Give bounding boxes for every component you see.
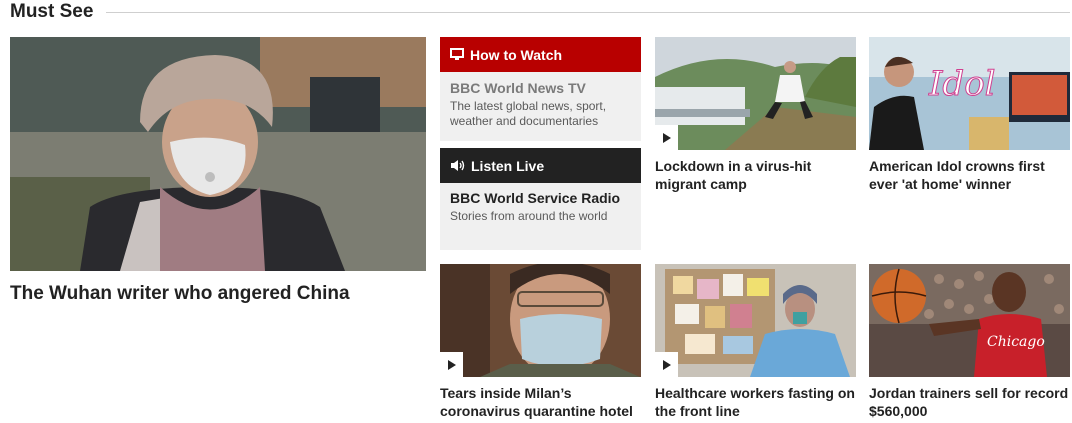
listen-live-header[interactable]: Listen Live xyxy=(440,148,641,183)
svg-text:Idol: Idol xyxy=(928,64,996,104)
section-title: Must See xyxy=(10,1,94,22)
play-icon xyxy=(440,352,463,377)
story-image-milan[interactable] xyxy=(440,264,641,377)
story-headline-jordan[interactable]: Jordan trainers sell for record $560,000 xyxy=(869,384,1070,420)
story-headline-american-idol[interactable]: American Idol crowns first ever 'at home… xyxy=(869,157,1070,193)
story-card-lockdown[interactable]: Lockdown in a virus-hit migrant camp xyxy=(655,37,856,197)
how-to-watch-header[interactable]: How to Watch xyxy=(440,37,641,72)
how-to-watch-panel[interactable]: How to Watch BBC World News TV The lates… xyxy=(440,37,641,141)
story-headline-milan[interactable]: Tears inside Milan’s coronavirus quarant… xyxy=(440,384,641,420)
play-icon xyxy=(655,125,678,150)
story-headline-healthcare[interactable]: Healthcare workers fasting on the front … xyxy=(655,384,856,420)
story-card-milan[interactable]: Tears inside Milan’s coronavirus quarant… xyxy=(440,264,641,423)
story-image-lockdown[interactable] xyxy=(655,37,856,150)
story-card-healthcare[interactable]: Healthcare workers fasting on the front … xyxy=(655,264,856,423)
story-image-american-idol[interactable]: Idol xyxy=(869,37,1070,150)
featured-story-image[interactable] xyxy=(10,37,426,271)
section-divider xyxy=(106,12,1070,13)
svg-text:Chicago: Chicago xyxy=(987,334,1045,350)
listen-live-label: Listen Live xyxy=(471,157,545,174)
story-image-jordan[interactable]: Chicago xyxy=(869,264,1070,377)
featured-story-headline[interactable]: The Wuhan writer who angered China xyxy=(10,282,426,305)
speaker-icon xyxy=(450,159,465,172)
listen-description: Stories from around the world xyxy=(450,209,608,223)
play-icon xyxy=(655,352,678,377)
how-to-watch-label: How to Watch xyxy=(470,46,563,63)
watch-description: The latest global news, sport, weather a… xyxy=(450,99,607,128)
listen-title[interactable]: BBC World Service Radio xyxy=(450,190,633,207)
listen-live-panel[interactable]: Listen Live BBC World Service Radio Stor… xyxy=(440,148,641,250)
story-card-jordan[interactable]: Chicago Jordan trainers sell for record … xyxy=(869,264,1070,423)
watch-title[interactable]: BBC World News TV xyxy=(450,80,633,97)
tv-icon xyxy=(450,48,464,61)
featured-story-card[interactable]: The Wuhan writer who angered China xyxy=(10,37,426,312)
story-card-american-idol[interactable]: Idol American Idol crowns first ever 'at… xyxy=(869,37,1070,197)
story-image-healthcare[interactable] xyxy=(655,264,856,377)
section-header: Must See xyxy=(10,0,1070,26)
story-headline-lockdown[interactable]: Lockdown in a virus-hit migrant camp xyxy=(655,157,856,193)
